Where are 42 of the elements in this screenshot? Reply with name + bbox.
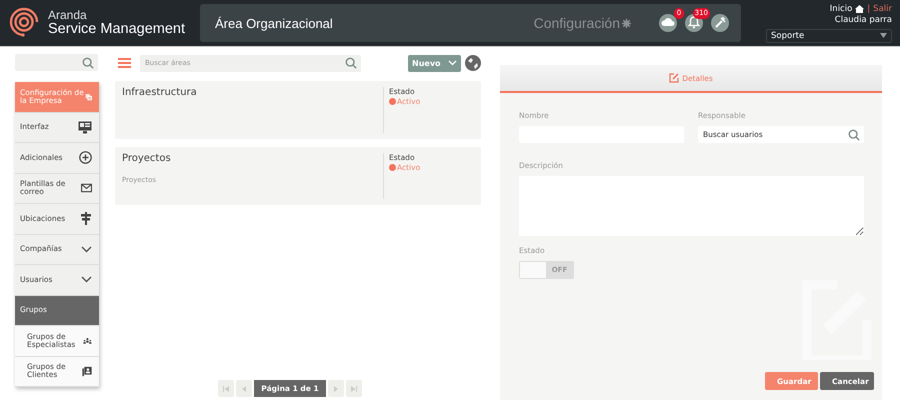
chevron-down-icon xyxy=(81,246,92,253)
people-icon xyxy=(83,336,92,346)
chevron-down-icon xyxy=(81,276,92,284)
search-icon[interactable] xyxy=(848,128,860,140)
signpost-icon xyxy=(80,212,92,226)
dropdown-arrow-icon[interactable] xyxy=(880,33,887,38)
next-page-button[interactable] xyxy=(328,380,344,397)
first-page-button[interactable] xyxy=(218,380,234,397)
page-title: Área Organizacional xyxy=(215,16,334,30)
menu-icon[interactable] xyxy=(118,58,131,68)
search-icon[interactable] xyxy=(82,56,94,68)
chevron-down-icon[interactable] xyxy=(448,60,457,66)
globe-icon[interactable] xyxy=(465,55,481,71)
logo-icon xyxy=(8,7,40,39)
description-field[interactable] xyxy=(519,176,864,236)
gear-icon xyxy=(622,18,631,28)
search-icon[interactable] xyxy=(345,57,357,69)
home-link[interactable]: Inicio xyxy=(830,4,852,14)
role-select[interactable]: Soporte xyxy=(766,28,892,42)
magic-wand-icon[interactable] xyxy=(711,14,729,32)
last-page-icon xyxy=(350,386,357,392)
section-title: Configuración xyxy=(534,15,631,31)
product-name: Service Management xyxy=(48,22,186,37)
last-page-button[interactable] xyxy=(346,380,362,397)
area-name: Infraestructura xyxy=(122,87,198,98)
user-name: Claudia parra xyxy=(834,14,892,24)
contact-book-icon xyxy=(82,364,92,378)
plus-circle-icon xyxy=(79,151,92,164)
previous-page-icon xyxy=(242,386,246,392)
previous-page-button[interactable] xyxy=(236,380,252,397)
home-icon[interactable] xyxy=(855,4,864,12)
area-name: Proyectos xyxy=(122,153,172,164)
first-page-icon xyxy=(223,386,230,392)
cloud-icon[interactable] xyxy=(659,14,677,32)
separator: | xyxy=(867,4,870,14)
search-field[interactable] xyxy=(15,54,98,71)
edit-icon xyxy=(669,73,680,83)
monitor-icon xyxy=(78,120,92,134)
brand-name: Aranda xyxy=(48,9,88,22)
envelope-icon xyxy=(80,183,92,194)
next-page-icon xyxy=(334,386,338,392)
logout-link[interactable]: Salir xyxy=(873,4,892,14)
